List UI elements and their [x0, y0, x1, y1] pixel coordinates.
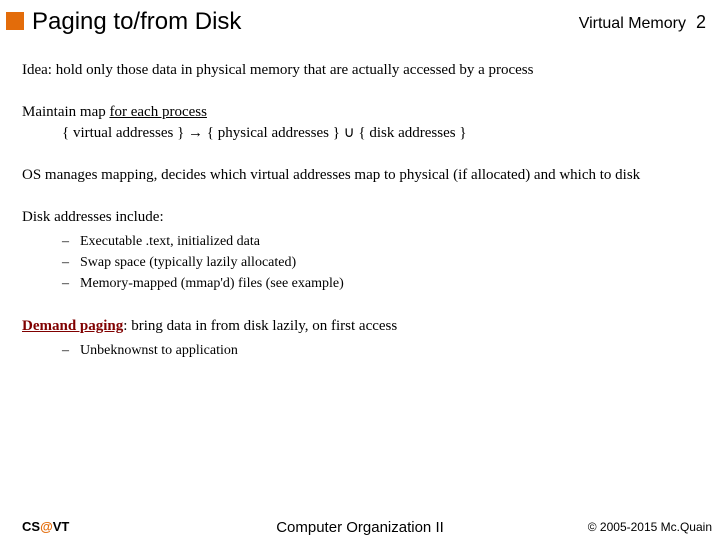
demand-label: Demand paging: [22, 318, 123, 334]
disk-list: Executable .text, initialized data Swap …: [22, 233, 698, 294]
header-right: Virtual Memory 2: [579, 8, 706, 33]
slide-body: Idea: hold only those data in physical m…: [0, 42, 720, 361]
list-item: Swap space (typically lazily allocated): [62, 254, 698, 273]
demand-paragraph: Demand paging: bring data in from disk l…: [22, 316, 698, 336]
list-item: Memory-mapped (mmap'd) files (see exampl…: [62, 275, 698, 294]
slide: Paging to/from Disk Virtual Memory 2 Ide…: [0, 0, 720, 540]
maintain-prefix: Maintain map: [22, 104, 109, 120]
page-number: 2: [696, 12, 706, 33]
map-line: { virtual addresses } → { physical addre…: [22, 123, 698, 143]
demand-rest: : bring data in from disk lazily, on fir…: [123, 318, 397, 334]
os-text: OS manages mapping, decides which virtua…: [22, 167, 640, 183]
os-paragraph: OS manages mapping, decides which virtua…: [22, 165, 698, 185]
maintain-paragraph: Maintain map for each process { virtual …: [22, 102, 698, 143]
list-item: Unbeknownst to application: [62, 342, 698, 361]
maintain-underline: for each process: [109, 104, 206, 120]
idea-paragraph: Idea: hold only those data in physical m…: [22, 60, 698, 80]
demand-list: Unbeknownst to application: [22, 342, 698, 361]
list-item: Executable .text, initialized data: [62, 233, 698, 252]
slide-footer: CS@VT Computer Organization II © 2005-20…: [0, 519, 720, 534]
disk-heading: Disk addresses include:: [22, 207, 698, 227]
section-label: Virtual Memory: [579, 15, 686, 33]
header-bullet-icon: [6, 12, 24, 30]
footer-center: Computer Organization II: [0, 519, 720, 536]
slide-title: Paging to/from Disk: [32, 8, 579, 36]
slide-header: Paging to/from Disk Virtual Memory 2: [0, 0, 720, 42]
